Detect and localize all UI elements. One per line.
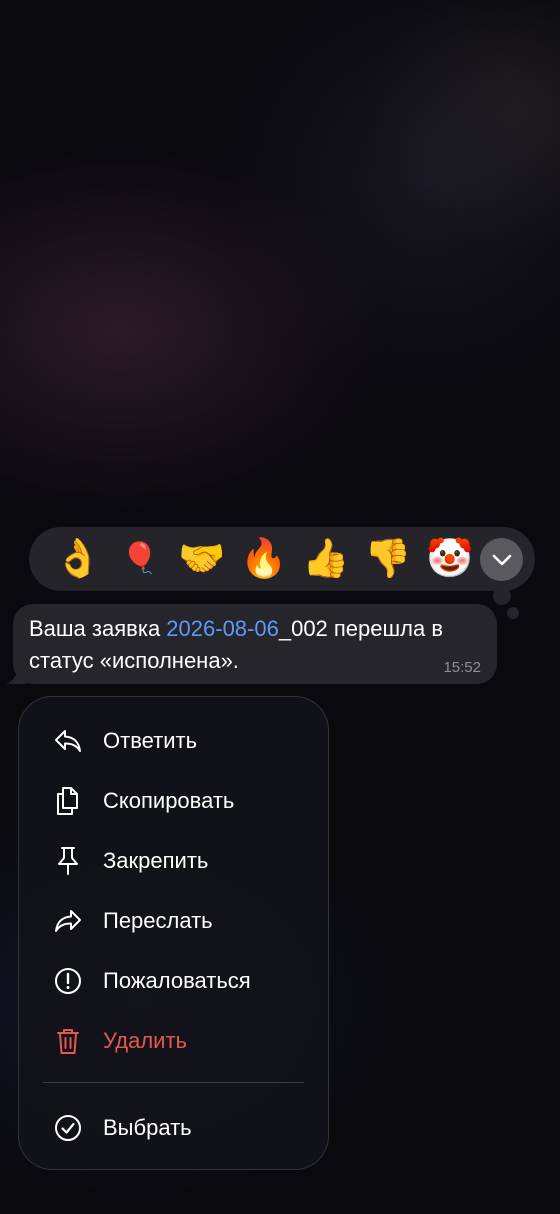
message-bubble[interactable]: Ваша заявка 2026-08-06_002 перешла в ста… [13,604,497,684]
message-text: Ваша заявка 2026-08-06_002 перешла в ста… [29,613,481,677]
reaction-bar-tail-dot-small [507,607,519,619]
menu-label-report: Пожаловаться [103,968,251,993]
message-link[interactable]: 2026-08-06 [166,616,279,641]
pin-icon [54,847,82,875]
reaction-red-balloon[interactable]: 🎈 [109,531,171,587]
menu-item-report[interactable]: Пожаловаться [19,952,328,1010]
menu-label-pin: Закрепить [103,848,209,873]
reaction-ok-hand[interactable]: 👌 [47,531,109,587]
menu-item-delete[interactable]: Удалить [19,1012,328,1070]
exclamation-circle-icon [54,967,82,995]
menu-item-select[interactable]: Выбрать [19,1099,328,1157]
menu-label-select: Выбрать [103,1115,192,1140]
reply-icon [54,727,82,755]
reaction-thumbs-down[interactable]: 👎 [357,531,419,587]
message-text-start: Ваша заявка [29,616,167,641]
reaction-handshake[interactable]: 🤝 [171,531,233,587]
reaction-bar-tail-dot [493,587,511,605]
reaction-thumbs-up[interactable]: 👍 [295,531,357,587]
menu-item-pin[interactable]: Закрепить [19,832,328,890]
context-menu: Ответить Скопировать Закрепить Переслать [18,696,329,1170]
menu-label-reply: Ответить [103,728,198,753]
forward-icon [54,907,82,935]
menu-label-forward: Переслать [103,908,213,933]
menu-item-reply[interactable]: Ответить [19,712,328,770]
check-circle-icon [54,1114,82,1142]
message-timestamp: 15:52 [443,659,481,676]
reaction-bar: 👌 🎈 🤝 🔥 👍 👎 🤡 [29,527,535,591]
copy-icon [54,787,82,815]
menu-item-forward[interactable]: Переслать [19,892,328,950]
reaction-fire[interactable]: 🔥 [233,531,295,587]
reaction-clown-face[interactable]: 🤡 [419,531,481,587]
menu-divider [43,1082,304,1083]
trash-icon [54,1027,82,1055]
chevron-down-icon [492,554,511,565]
menu-label-delete: Удалить [103,1028,187,1053]
menu-label-copy: Скопировать [103,788,235,813]
menu-item-copy[interactable]: Скопировать [19,772,328,830]
expand-reactions-button[interactable] [480,538,523,581]
